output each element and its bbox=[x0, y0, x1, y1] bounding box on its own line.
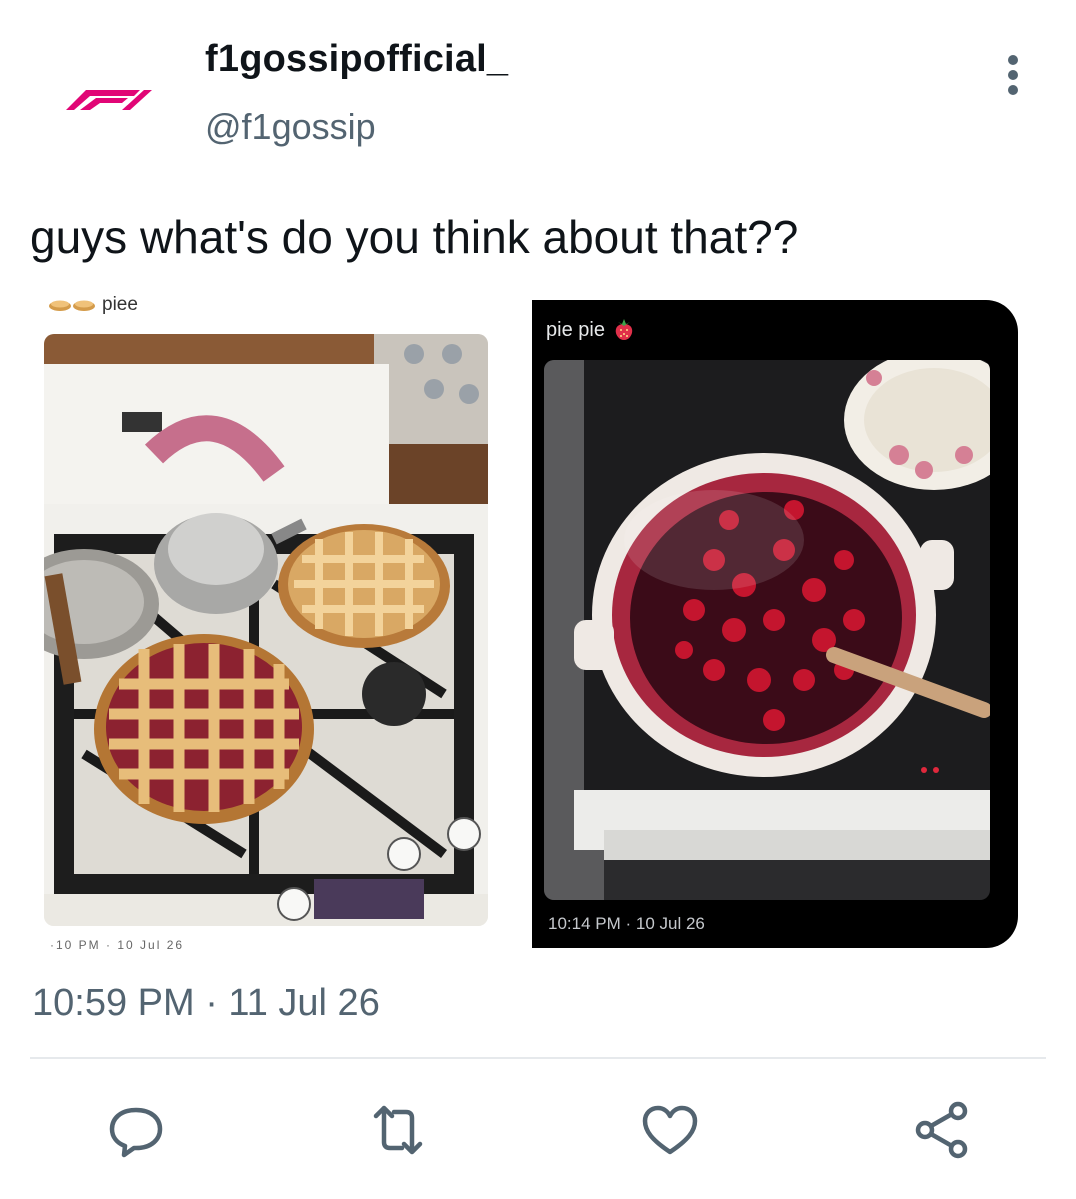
right-caption: pie pie bbox=[546, 318, 635, 342]
media-right[interactable]: pie pie 10:14 PM · 10 Jul 26 bbox=[532, 300, 1018, 948]
tweet-timestamp[interactable]: 10:59 PM · 11 Jul 26 bbox=[32, 982, 380, 1025]
more-vertical-icon[interactable] bbox=[1000, 55, 1026, 101]
pie-icon bbox=[73, 300, 95, 311]
pie-icon bbox=[49, 300, 71, 311]
left-caption-text: piee bbox=[102, 294, 138, 315]
left-time-partial: ·10 PM · 10 Jul 26 bbox=[50, 938, 185, 952]
f1-logo-icon[interactable] bbox=[62, 82, 154, 114]
display-name[interactable]: f1gossipofficial_ bbox=[205, 38, 508, 81]
media-left[interactable]: piee ·10 PM · 10 Jul 26 bbox=[40, 292, 492, 952]
reply-icon[interactable] bbox=[104, 1100, 168, 1160]
tweet-text: guys what's do you think about that?? bbox=[30, 211, 799, 263]
strawberry-icon bbox=[615, 319, 633, 340]
share-icon[interactable] bbox=[910, 1100, 974, 1160]
left-caption: piee bbox=[48, 294, 138, 316]
right-caption-text: pie pie bbox=[546, 318, 605, 341]
retweet-icon[interactable] bbox=[366, 1100, 430, 1160]
right-time: 10:14 PM · 10 Jul 26 bbox=[548, 914, 705, 933]
pie-photo[interactable] bbox=[44, 334, 488, 926]
cherry-pot-photo[interactable] bbox=[544, 360, 990, 900]
divider bbox=[30, 1057, 1046, 1059]
user-handle[interactable]: @f1gossip bbox=[205, 106, 376, 148]
like-icon[interactable] bbox=[638, 1100, 702, 1160]
